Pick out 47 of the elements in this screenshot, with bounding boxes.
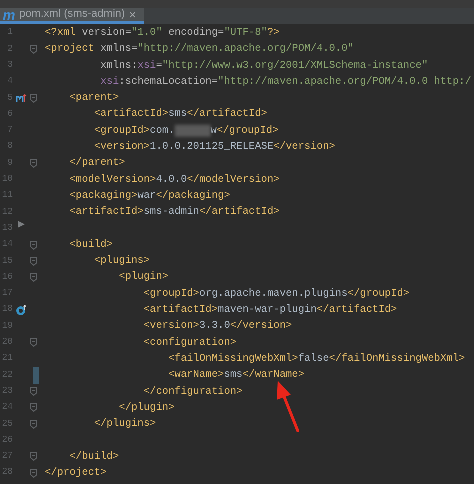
code-line: </plugin> [118,400,175,416]
override-icon[interactable] [16,304,26,316]
code-line: xmlns:xsi="http://www.w3.org/2001/XMLSchema-instance" [100,58,428,74]
code-line: <modelVersion>4.0.0</modelVersion> [68,172,280,188]
fold-icon[interactable] [30,403,38,412]
code-line: <warName>sms</warName> [168,368,305,384]
code-line: <artifactId>sms</artifactId> [93,107,268,122]
code-line: <version>3.3.0</version> [142,319,292,334]
code-line: </parent> [68,156,126,172]
fold-icon[interactable] [30,468,38,478]
code-line: <artifactId>maven-war-plugin</artifactId> [142,303,398,318]
code-line: <artifactId>sms-admin</artifactId> [68,205,280,220]
code-line: <packaging>war</packaging> [68,188,230,204]
maven-icon[interactable] [16,94,26,103]
code-line: <build> [68,238,113,253]
fold-icon[interactable] [30,338,38,348]
play-icon[interactable] [18,221,24,228]
code-line: xsi:schemaLocation="http://maven.apache.org/POM/4.0.0 http:/ [100,74,472,90]
blurred-text [174,124,211,137]
code-line: </project> [44,466,107,482]
code-line: </build> [68,450,120,465]
fold-icon[interactable] [30,240,38,250]
fold-icon[interactable] [30,44,38,54]
code-line: <version>1.0.0.201125_RELEASE</version> [93,140,336,156]
maven-file-icon: m [3,8,16,22]
code-line: <failOnMissingWebXml>false</failOnMissingWebXml> [168,352,466,367]
fold-icon[interactable] [30,256,38,266]
fold-icon[interactable] [30,452,38,462]
editor-tab[interactable]: m pom.xml (sms-admin) × [0,8,144,24]
code-line: <groupId>com. w</groupId> [93,124,279,139]
fold-icon[interactable] [30,387,38,396]
code-line: <plugins> [93,254,150,270]
code-line: </configuration> [142,384,243,400]
code-line: <?xml version="1.0" encoding="UTF-8"?> [44,26,280,41]
code-line: <plugin> [118,270,169,286]
code-line: </plugins> [93,417,156,432]
code-line: <groupId>org.apache.maven.plugins</groupId> [142,286,410,302]
change-marker [33,367,39,384]
fold-icon[interactable] [30,159,38,168]
code-line: <project xmlns="http://maven.apache.org/POM/4.0.0" [44,42,354,58]
fold-icon[interactable] [30,94,38,103]
close-icon[interactable]: × [129,6,136,24]
fold-icon[interactable] [30,273,38,282]
tab-title: pom.xml (sms-admin) [19,7,126,22]
code-line: <configuration> [142,336,237,351]
code-line: <parent> [68,91,120,106]
fold-icon[interactable] [30,420,38,429]
